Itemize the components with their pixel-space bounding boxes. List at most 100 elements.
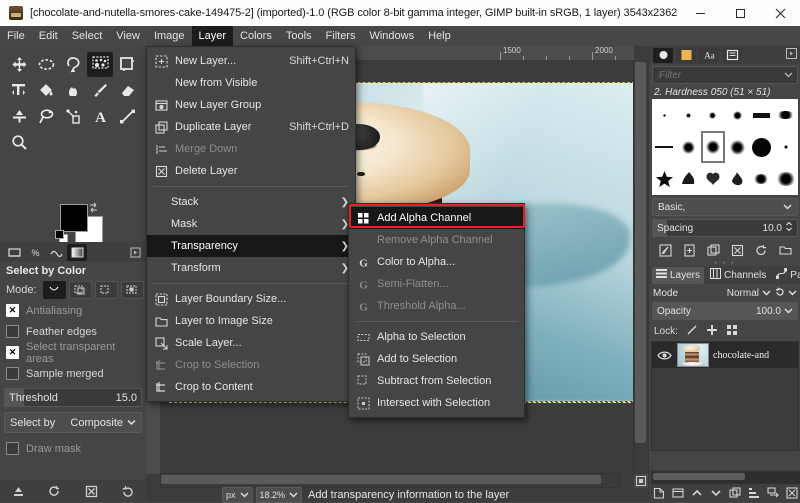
brush-filter-input[interactable] bbox=[657, 68, 784, 82]
menu-item-scale-layer[interactable]: Scale Layer... bbox=[147, 332, 355, 354]
save-tool-options-icon[interactable] bbox=[9, 482, 27, 500]
opacity-slider[interactable]: Opacity 100.0 bbox=[652, 302, 798, 320]
brush-cell[interactable] bbox=[701, 163, 725, 195]
zoom-selector[interactable]: 18.2% bbox=[255, 487, 303, 503]
brush-grid[interactable] bbox=[652, 99, 798, 195]
menu-tools[interactable]: Tools bbox=[279, 26, 319, 46]
brush-cell[interactable] bbox=[774, 131, 798, 163]
brush-cell[interactable] bbox=[652, 131, 676, 163]
layer-list[interactable]: chocolate-and bbox=[651, 341, 799, 451]
brush-cell[interactable] bbox=[749, 99, 773, 131]
menu-file[interactable]: File bbox=[0, 26, 32, 46]
opacity-value[interactable]: 100.0 bbox=[756, 306, 781, 317]
tab-layers[interactable]: Layers bbox=[652, 266, 705, 284]
lower-layer-button[interactable] bbox=[707, 486, 724, 501]
dock-menu-icon[interactable] bbox=[786, 48, 797, 62]
close-button[interactable] bbox=[760, 0, 800, 26]
brush-cell[interactable] bbox=[701, 99, 725, 131]
menu-item-mask[interactable]: Mask ❯ bbox=[147, 213, 355, 235]
layers-scroll-thumb[interactable] bbox=[653, 473, 745, 480]
lock-pixels-icon[interactable] bbox=[686, 324, 698, 339]
eraser-tool[interactable] bbox=[114, 78, 140, 103]
delete-layer-button[interactable] bbox=[783, 486, 800, 501]
threshold-value[interactable]: 15.0 bbox=[116, 392, 137, 404]
menu-item-color-to-alpha[interactable]: G Color to Alpha... bbox=[349, 251, 524, 273]
menu-view[interactable]: View bbox=[109, 26, 147, 46]
layer-mode-control[interactable]: Normal bbox=[727, 286, 797, 300]
fonts-tab[interactable]: Aa bbox=[699, 47, 719, 63]
brush-filter-bar[interactable] bbox=[652, 66, 798, 84]
layer-dropdown-menu[interactable]: New Layer... Shift+Ctrl+N New from Visib… bbox=[146, 46, 356, 402]
menu-item-delete-layer[interactable]: Delete Layer bbox=[147, 160, 355, 182]
menu-item-new-from-visible[interactable]: New from Visible bbox=[147, 72, 355, 94]
new-layer-button[interactable] bbox=[650, 486, 667, 501]
free-select-tool[interactable] bbox=[60, 52, 86, 77]
open-brush-folder-icon[interactable] bbox=[776, 242, 794, 258]
duplicate-layer-button[interactable] bbox=[726, 486, 743, 501]
brush-cell-selected[interactable] bbox=[700, 131, 725, 163]
menu-item-subtract-from-selection[interactable]: Subtract from Selection bbox=[349, 370, 524, 392]
tab-paths[interactable]: Paths bbox=[772, 267, 800, 284]
menu-item-add-alpha-channel[interactable]: Add Alpha Channel bbox=[349, 207, 524, 229]
layers-horizontal-scrollbar[interactable] bbox=[651, 471, 800, 484]
device-brush-icon[interactable] bbox=[4, 244, 24, 261]
menu-item-new-layer-group[interactable]: New Layer Group bbox=[147, 94, 355, 116]
draw-mask-checkbox[interactable] bbox=[6, 442, 19, 455]
delete-tool-options-icon[interactable] bbox=[82, 482, 100, 500]
refresh-brushes-icon[interactable] bbox=[752, 242, 770, 258]
brush-tag-dropdown[interactable]: Basic, bbox=[652, 198, 798, 216]
menu-item-crop-to-content[interactable]: Crop to Content bbox=[147, 376, 355, 398]
brush-cell[interactable] bbox=[774, 163, 798, 195]
chevron-down-icon[interactable] bbox=[784, 69, 793, 81]
menu-item-layer-boundary-size[interactable]: Layer Boundary Size... bbox=[147, 288, 355, 310]
menu-windows[interactable]: Windows bbox=[362, 26, 421, 46]
menu-item-transform[interactable]: Transform ❯ bbox=[147, 257, 355, 279]
brush-cell[interactable] bbox=[749, 163, 773, 195]
edit-brush-icon[interactable] bbox=[656, 242, 674, 258]
menu-filters[interactable]: Filters bbox=[319, 26, 363, 46]
anchor-layer-button[interactable] bbox=[745, 486, 762, 501]
new-brush-icon[interactable] bbox=[680, 242, 698, 258]
layer-name[interactable]: chocolate-and bbox=[713, 350, 769, 361]
transparency-submenu[interactable]: Add Alpha Channel Remove Alpha Channel G… bbox=[348, 203, 525, 418]
menu-item-add-to-selection[interactable]: Add to Selection bbox=[349, 348, 524, 370]
sample-merged-checkbox[interactable] bbox=[6, 367, 19, 380]
draw-mask-row[interactable]: Draw mask bbox=[0, 438, 146, 459]
brush-cell[interactable] bbox=[749, 131, 773, 163]
select-transparent-checkbox[interactable] bbox=[6, 346, 19, 359]
spacing-value[interactable]: 10.0 bbox=[763, 223, 782, 234]
replace-mode-button[interactable] bbox=[42, 280, 66, 299]
subtract-mode-button[interactable] bbox=[94, 280, 118, 299]
menu-item-new-layer[interactable]: New Layer... Shift+Ctrl+N bbox=[147, 50, 355, 72]
chevron-down-icon[interactable] bbox=[788, 288, 797, 299]
brushes-tab[interactable] bbox=[653, 47, 673, 63]
restore-tool-options-icon[interactable] bbox=[46, 482, 64, 500]
menu-item-intersect-with-selection[interactable]: Intersect with Selection bbox=[349, 392, 524, 414]
sample-merged-row[interactable]: Sample merged bbox=[0, 363, 146, 384]
layer-visibility-icon[interactable] bbox=[655, 350, 673, 361]
minimize-button[interactable] bbox=[680, 0, 720, 26]
delete-brush-icon[interactable] bbox=[728, 242, 746, 258]
foreground-color-swatch[interactable] bbox=[60, 204, 88, 232]
merge-down-button[interactable] bbox=[764, 486, 781, 501]
brush-cell[interactable] bbox=[774, 99, 798, 131]
brush-cell[interactable] bbox=[676, 163, 700, 195]
chevron-down-icon[interactable] bbox=[784, 306, 793, 317]
lock-alpha-icon[interactable] bbox=[726, 324, 738, 339]
device-config-icon[interactable] bbox=[125, 244, 145, 261]
swap-colors-icon[interactable] bbox=[88, 202, 98, 213]
crop-tool[interactable] bbox=[114, 52, 140, 77]
select-transparent-row[interactable]: Select transparent areas bbox=[0, 341, 146, 365]
brush-cell[interactable] bbox=[725, 99, 749, 131]
canvas-horizontal-scrollbar[interactable] bbox=[160, 473, 620, 488]
feather-edges-checkbox[interactable] bbox=[6, 325, 19, 338]
antialiasing-checkbox[interactable] bbox=[6, 304, 19, 317]
horizontal-scroll-thumb[interactable] bbox=[161, 475, 601, 484]
reset-tool-options-icon[interactable] bbox=[119, 482, 137, 500]
brush-cell[interactable] bbox=[676, 99, 700, 131]
menu-item-alpha-to-selection[interactable]: Alpha to Selection bbox=[349, 326, 524, 348]
intersect-mode-button[interactable] bbox=[120, 280, 144, 299]
menu-layer[interactable]: Layer bbox=[191, 26, 234, 46]
add-mode-button[interactable] bbox=[68, 280, 92, 299]
align-tool[interactable] bbox=[6, 104, 32, 129]
